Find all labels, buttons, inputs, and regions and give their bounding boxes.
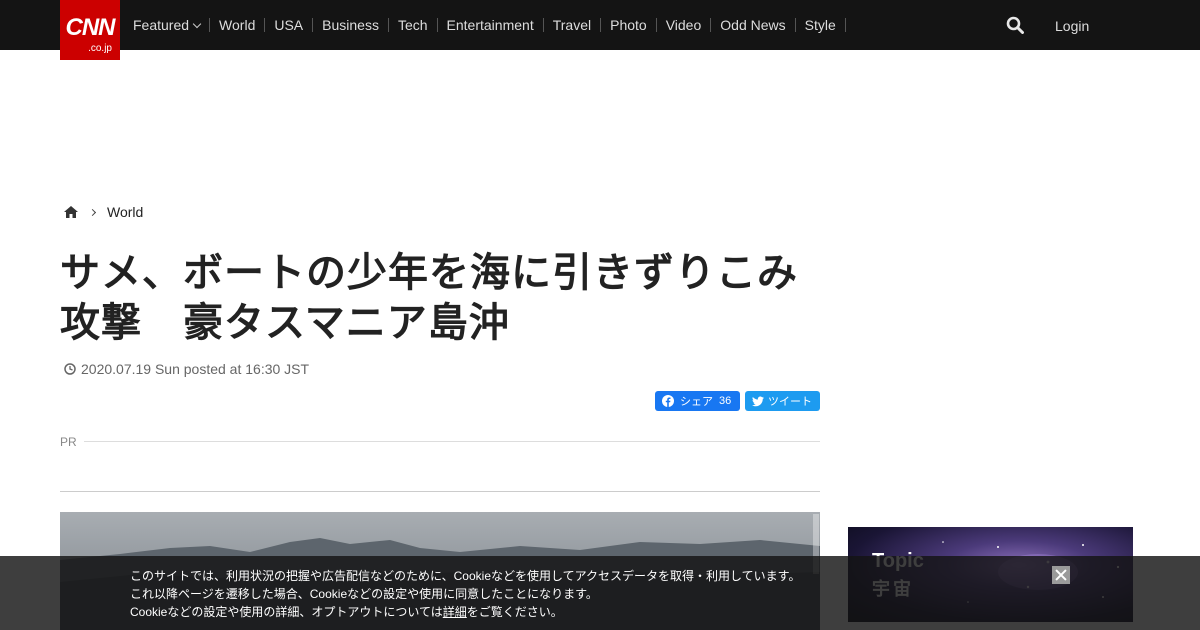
cnn-logo[interactable]: CNN .co.jp — [60, 0, 120, 60]
main-nav: Featured World USA Business Tech Enterta… — [124, 0, 846, 50]
twitter-tweet-label: ツイート — [768, 396, 812, 408]
logo-subtext: .co.jp — [88, 43, 112, 54]
section-divider — [60, 491, 820, 492]
nav-item-entertainment[interactable]: Entertainment — [438, 18, 544, 32]
search-icon[interactable] — [1006, 16, 1024, 34]
nav-item-photo[interactable]: Photo — [601, 18, 657, 32]
cookie-consent-banner: このサイトでは、利用状況の把握や広告配信などのために、Cookieなどを使用して… — [0, 556, 1200, 630]
cookie-line-1: このサイトでは、利用状況の把握や広告配信などのために、Cookieなどを使用して… — [130, 569, 801, 583]
cookie-line-2: これ以降ページを遷移した場合、Cookieなどの設定や使用に同意したことになりま… — [130, 587, 598, 601]
facebook-share-button[interactable]: シェア 36 — [655, 391, 740, 411]
nav-item-business[interactable]: Business — [313, 18, 389, 32]
article-dateline: 2020.07.19 Sun posted at 16:30 JST — [64, 361, 309, 377]
home-icon[interactable] — [64, 206, 78, 218]
top-navigation-bar: Featured World USA Business Tech Enterta… — [0, 0, 1200, 50]
twitter-tweet-button[interactable]: ツイート — [745, 391, 820, 411]
nav-item-odd-news[interactable]: Odd News — [711, 18, 796, 32]
nav-item-video[interactable]: Video — [657, 18, 712, 32]
cookie-line-3-after: をご覧ください。 — [466, 605, 563, 619]
chevron-down-icon — [192, 19, 202, 29]
clock-icon — [64, 363, 76, 375]
nav-item-world[interactable]: World — [210, 18, 266, 32]
headline-line-1: サメ、ボートの少年を海に引きずりこみ — [60, 250, 798, 296]
logo-text: CNN — [65, 14, 116, 41]
nav-item-tech[interactable]: Tech — [389, 18, 438, 32]
nav-item-featured[interactable]: Featured — [124, 18, 211, 32]
twitter-icon — [752, 396, 764, 406]
facebook-share-label: シェア — [680, 396, 713, 408]
article-headline: サメ、ボートの少年を海に引きずりこみ 攻撃 豪タスマニア島沖 — [60, 248, 820, 348]
nav-item-usa[interactable]: USA — [265, 18, 314, 32]
cookie-details-link[interactable]: 詳細 — [443, 605, 467, 619]
pr-divider — [84, 441, 820, 442]
facebook-icon — [662, 395, 674, 407]
headline-line-2: 攻撃 豪タスマニア島沖 — [60, 300, 510, 346]
chevron-right-icon — [88, 208, 97, 216]
nav-item-style[interactable]: Style — [796, 18, 846, 32]
breadcrumb-section[interactable]: World — [107, 204, 143, 220]
login-link[interactable]: Login — [1055, 18, 1089, 34]
dateline-text: 2020.07.19 Sun posted at 16:30 JST — [81, 361, 310, 377]
pr-label: PR — [60, 435, 77, 449]
close-icon[interactable] — [1052, 566, 1070, 584]
cookie-message: このサイトでは、利用状況の把握や広告配信などのために、Cookieなどを使用して… — [130, 567, 830, 621]
cookie-line-3-before: Cookieなどの設定や使用の詳細、オプトアウトについては — [130, 605, 443, 619]
breadcrumb: World — [64, 204, 143, 220]
nav-item-travel[interactable]: Travel — [544, 18, 602, 32]
facebook-share-count: 36 — [719, 395, 732, 407]
